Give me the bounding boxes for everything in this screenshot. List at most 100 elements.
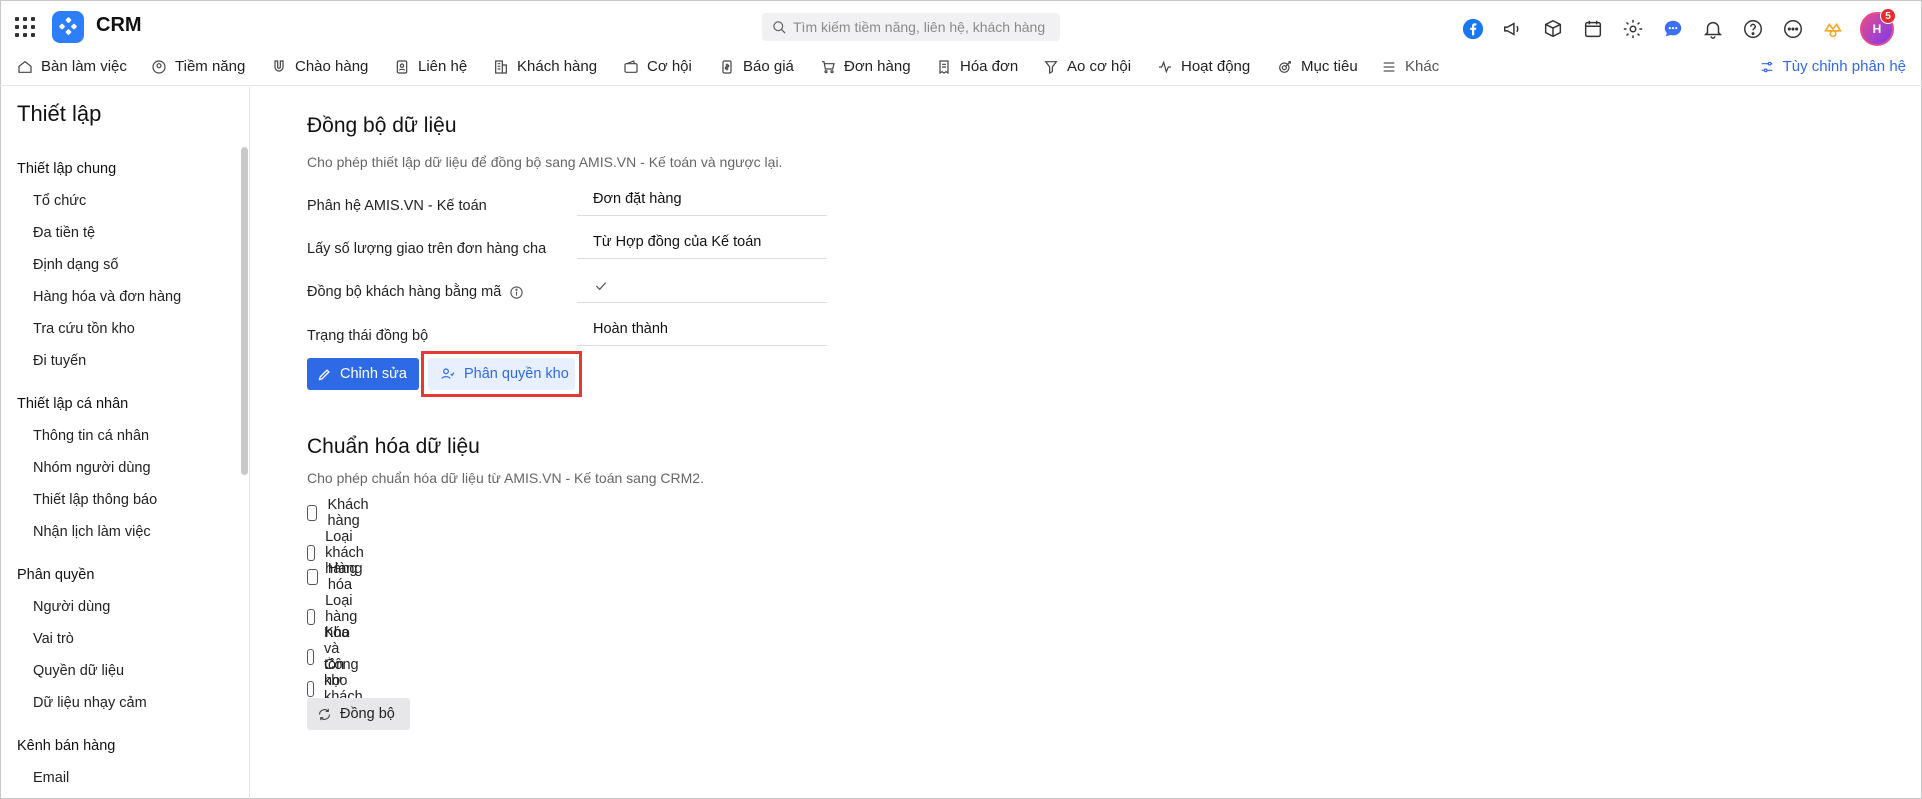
- customize-label: Tùy chỉnh phân hệ: [1782, 58, 1906, 75]
- sidebar-item-email[interactable]: Email: [33, 770, 69, 786]
- normalize-section-title: Chuẩn hóa dữ liệu: [307, 435, 480, 458]
- checkbox-box[interactable]: [307, 681, 314, 697]
- nav-label: Ao cơ hội: [1067, 58, 1132, 75]
- sidebar-item-sensitive-data[interactable]: Dữ liệu nhạy cảm: [33, 695, 147, 711]
- wallet-icon: [624, 59, 638, 73]
- home-icon: [18, 60, 32, 73]
- nav-label: Báo giá: [743, 58, 794, 75]
- nav-label: Đơn hàng: [844, 58, 911, 75]
- customize-modules-link[interactable]: Tùy chỉnh phân hệ: [1759, 58, 1906, 75]
- nav-item-orders[interactable]: Đơn hàng: [820, 58, 911, 75]
- checkbox-box[interactable]: [307, 569, 318, 585]
- module-nav: Bàn làm việc Tiềm năng Chào hàng Liên hệ…: [0, 52, 1922, 86]
- info-icon[interactable]: [509, 285, 524, 300]
- more-options-icon[interactable]: [1780, 16, 1806, 42]
- bell-icon[interactable]: [1700, 16, 1726, 42]
- field-label-delivery-quantity: Lấy số lượng giao trên đơn hàng cha: [307, 241, 546, 257]
- sync-section-title: Đồng bộ dữ liệu: [307, 114, 457, 137]
- sidebar-item-products-orders[interactable]: Hàng hóa và đơn hàng: [33, 289, 181, 305]
- package-icon[interactable]: [1540, 16, 1566, 42]
- sidebar-item-inventory-lookup[interactable]: Tra cứu tồn kho: [33, 321, 135, 337]
- sidebar-item-routes[interactable]: Đi tuyến: [33, 353, 86, 369]
- field-label-amis-module: Phân hệ AMIS.VN - Kế toán: [307, 198, 487, 214]
- chat-icon[interactable]: [1660, 16, 1686, 42]
- user-permission-icon: [441, 368, 455, 379]
- checkbox-box[interactable]: [307, 505, 318, 521]
- user-avatar[interactable]: H 5: [1860, 8, 1896, 46]
- sidebar-item-data-rights[interactable]: Quyền dữ liệu: [33, 663, 124, 679]
- nav-item-invoices[interactable]: Hóa đơn: [936, 58, 1018, 75]
- settings-sidebar: Thiết lập Thiết lập chung Tổ chức Đa tiề…: [0, 87, 250, 799]
- help-icon[interactable]: [1740, 16, 1766, 42]
- nav-item-activities[interactable]: Hoạt động: [1157, 58, 1250, 75]
- search-icon: [773, 20, 786, 34]
- prospect-icon: [152, 59, 166, 74]
- crm-logo-icon: [52, 11, 84, 43]
- invoice-icon: [939, 59, 949, 74]
- nav-label: Khác: [1405, 58, 1440, 75]
- award-icon[interactable]: [1820, 16, 1846, 42]
- nav-label: Bàn làm việc: [41, 58, 127, 75]
- sidebar-item-roles[interactable]: Vai trò: [33, 631, 74, 647]
- field-label-text: Trạng thái đồng bộ: [307, 328, 429, 344]
- notification-badge: 5: [1880, 8, 1896, 24]
- permission-button-label: Phân quyền kho: [464, 366, 569, 382]
- sidebar-item-notifications[interactable]: Thiết lập thông báo: [33, 492, 157, 508]
- sidebar-scrollbar[interactable]: [241, 147, 248, 475]
- sidebar-title: Thiết lập: [17, 101, 102, 126]
- global-search[interactable]: [762, 13, 1060, 41]
- warehouse-permission-button[interactable]: Phân quyền kho: [428, 358, 575, 390]
- nav-label: Chào hàng: [295, 58, 369, 75]
- sidebar-item-number-format[interactable]: Định dạng số: [33, 257, 118, 273]
- checkbox-box[interactable]: [307, 609, 316, 625]
- sidebar-group-general: Thiết lập chung: [17, 161, 117, 177]
- nav-item-customers[interactable]: Khách hàng: [493, 58, 597, 75]
- megaphone-icon[interactable]: [1500, 16, 1526, 42]
- checkbox-label: Khách hàng: [327, 497, 369, 529]
- nav-label: Cơ hội: [647, 58, 692, 75]
- nav-item-workspace[interactable]: Bàn làm việc: [17, 58, 127, 75]
- nav-item-offers[interactable]: Chào hàng: [271, 58, 368, 75]
- nav-label: Mục tiêu: [1301, 58, 1358, 75]
- settings-icon[interactable]: [1620, 16, 1646, 42]
- field-value-amis-module: Đơn đặt hàng: [577, 182, 827, 216]
- sidebar-item-profile[interactable]: Thông tin cá nhân: [33, 428, 149, 444]
- contact-icon: [396, 59, 408, 74]
- normalize-section-description: Cho phép chuẩn hóa dữ liệu từ AMIS.VN - …: [307, 470, 704, 486]
- highlight-box: Phân quyền kho: [421, 351, 582, 397]
- cart-icon: [822, 60, 835, 73]
- nav-item-opportunities[interactable]: Cơ hội: [623, 58, 692, 75]
- field-label-text: Lấy số lượng giao trên đơn hàng cha: [307, 241, 547, 257]
- checkbox-label: Hàng hóa: [327, 561, 363, 593]
- nav-item-more[interactable]: Khác: [1381, 58, 1439, 75]
- checkbox-customers[interactable]: Khách hàng: [307, 497, 374, 529]
- app-launcher-icon[interactable]: [15, 17, 35, 37]
- header-toolbar: H 5: [1460, 8, 1896, 46]
- sidebar-item-work-schedule[interactable]: Nhận lịch làm việc: [33, 524, 151, 540]
- checkbox-box[interactable]: [307, 545, 316, 561]
- edit-button[interactable]: Chỉnh sửa: [307, 358, 419, 390]
- sidebar-item-multi-currency[interactable]: Đa tiền tệ: [33, 225, 95, 241]
- sync-button[interactable]: Đồng bộ: [307, 698, 410, 730]
- edit-button-label: Chỉnh sửa: [340, 366, 407, 382]
- calendar-icon[interactable]: [1580, 16, 1606, 42]
- sidebar-item-organization[interactable]: Tổ chức: [33, 193, 86, 209]
- nav-item-quotes[interactable]: Báo giá: [719, 58, 794, 75]
- sidebar-group-personal: Thiết lập cá nhân: [17, 396, 129, 412]
- checkbox-products[interactable]: Hàng hóa: [307, 561, 368, 593]
- nav-item-goals[interactable]: Mục tiêu: [1277, 58, 1358, 75]
- search-input[interactable]: [793, 19, 1053, 35]
- menu-icon: [1383, 61, 1395, 72]
- nav-item-pipeline[interactable]: Ao cơ hội: [1043, 58, 1131, 75]
- checkmark-icon: [595, 281, 607, 290]
- facebook-icon[interactable]: [1460, 16, 1486, 42]
- nav-item-contacts[interactable]: Liên hệ: [394, 58, 467, 75]
- nav-item-prospects[interactable]: Tiềm năng: [151, 58, 245, 75]
- nav-label: Khách hàng: [517, 58, 598, 75]
- funnel-icon: [1044, 60, 1058, 74]
- sidebar-item-users[interactable]: Người dùng: [33, 599, 110, 615]
- field-label-sync-customer-code: Đồng bộ khách hàng bằng mã: [307, 284, 524, 300]
- sidebar-item-user-groups[interactable]: Nhóm người dùng: [33, 460, 151, 476]
- pencil-icon: [318, 368, 330, 380]
- window-frame: [0, 0, 1922, 799]
